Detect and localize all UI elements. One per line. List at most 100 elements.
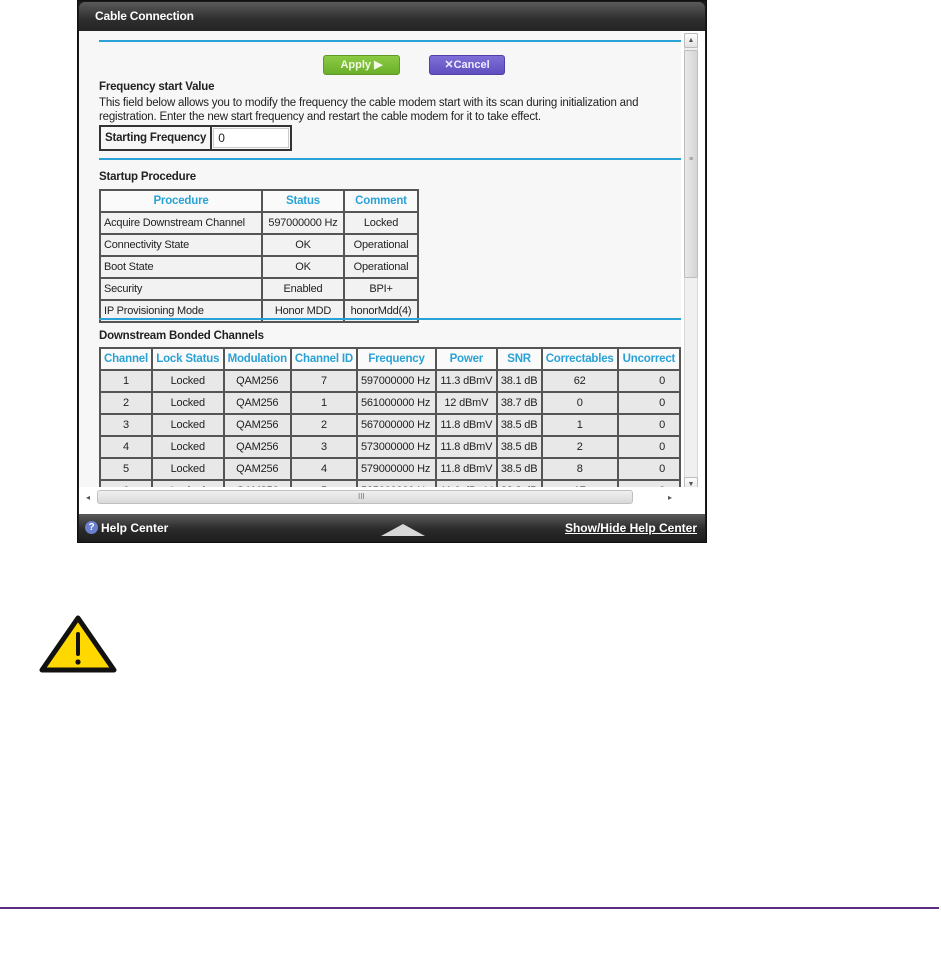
cell: 3 bbox=[289, 435, 358, 459]
starting-frequency-label: Starting Frequency bbox=[101, 127, 213, 149]
column-header: Frequency bbox=[355, 347, 437, 371]
grip-icon: ≡ bbox=[688, 156, 694, 163]
cell: 573000000 Hz bbox=[355, 435, 437, 459]
cell: 38.1 dB bbox=[495, 369, 543, 393]
cell: 17 bbox=[540, 479, 619, 487]
apply-button[interactable]: Apply ▶ bbox=[323, 55, 400, 75]
table-header-row: Procedure Status Comment bbox=[99, 189, 419, 213]
downstream-rows: 1 Locked QAM256 7 597000000 Hz 11.3 dBmV 38.1 … bbox=[99, 369, 681, 487]
startup-procedure-heading: Startup Procedure bbox=[99, 171, 196, 183]
cell: Locked bbox=[150, 369, 225, 393]
cell: 12 dBmV bbox=[434, 391, 498, 415]
cell: 3 bbox=[99, 413, 153, 437]
cell: 561000000 Hz bbox=[355, 391, 437, 415]
frequency-start-description: This field below allows you to modify th… bbox=[99, 97, 639, 123]
cell: 5 bbox=[289, 479, 358, 487]
cell: QAM256 bbox=[222, 413, 292, 437]
column-header: Modulation bbox=[222, 347, 292, 371]
cell: 0 bbox=[616, 413, 681, 437]
cell: 11.3 dBmV bbox=[434, 369, 498, 393]
cell: 2 bbox=[540, 435, 619, 459]
column-header: Power bbox=[434, 347, 498, 371]
cell: Locked bbox=[150, 391, 225, 415]
downstream-channels-table: Channel Lock Status Modulation Channel I… bbox=[99, 347, 681, 487]
cell: Operational bbox=[343, 233, 419, 257]
section-divider bbox=[99, 158, 681, 160]
cell: 38.5 dB bbox=[495, 435, 543, 459]
content-pane: Apply ▶ ✕Cancel Frequency start Value Th… bbox=[79, 31, 681, 487]
table-row: Security Enabled BPI+ bbox=[99, 277, 419, 301]
downstream-heading: Downstream Bonded Channels bbox=[99, 330, 264, 342]
help-icon[interactable]: ? bbox=[85, 521, 98, 534]
section-divider bbox=[99, 318, 681, 320]
cell: Locked bbox=[150, 435, 225, 459]
cell: 11.8 dBmV bbox=[434, 435, 498, 459]
cell: 1 bbox=[289, 391, 358, 415]
cell: 585000000 Hz bbox=[355, 479, 437, 487]
column-header: Channel bbox=[99, 347, 153, 371]
cell: 11.8 dBmV bbox=[434, 457, 498, 481]
cell: 38.5 dB bbox=[495, 457, 543, 481]
cell: Connectivity State bbox=[99, 233, 263, 257]
cell: Locked bbox=[150, 413, 225, 437]
cell: Boot State bbox=[99, 255, 263, 279]
cell: 0 bbox=[616, 369, 681, 393]
cell: 0 bbox=[616, 457, 681, 481]
scroll-thumb[interactable]: ≡ bbox=[684, 50, 698, 278]
x-icon: ✕ bbox=[444, 59, 454, 71]
column-header: Channel ID bbox=[289, 347, 358, 371]
help-footer: ? Help Center Show/Hide Help Center bbox=[79, 514, 705, 542]
table-row: Connectivity State OK Operational bbox=[99, 233, 419, 257]
table-row: Acquire Downstream Channel 597000000 Hz Lo… bbox=[99, 211, 419, 235]
cell: QAM256 bbox=[222, 369, 292, 393]
column-header: Procedure bbox=[99, 189, 263, 213]
frequency-start-heading: Frequency start Value bbox=[99, 81, 215, 93]
cell: 567000000 Hz bbox=[355, 413, 437, 437]
cell: Locked bbox=[150, 479, 225, 487]
cell: 0 bbox=[616, 391, 681, 415]
cell: 0 bbox=[540, 391, 619, 415]
column-header: SNR bbox=[495, 347, 543, 371]
cell: Operational bbox=[343, 255, 419, 279]
cell: OK bbox=[261, 233, 345, 257]
table-header-row: Channel Lock Status Modulation Channel I… bbox=[99, 347, 681, 371]
page-divider bbox=[0, 907, 939, 909]
table-row: Boot State OK Operational bbox=[99, 255, 419, 279]
cell: 4 bbox=[99, 435, 153, 459]
cell: 38.5 dB bbox=[495, 413, 543, 437]
cell: 4 bbox=[289, 457, 358, 481]
scroll-up-arrow-icon[interactable]: ▲ bbox=[684, 33, 698, 48]
show-hide-help-link[interactable]: Show/Hide Help Center bbox=[565, 521, 697, 535]
vertical-scrollbar[interactable]: ▲ ≡ ▼ bbox=[681, 31, 705, 492]
cell: Enabled bbox=[261, 277, 345, 301]
cell: 0 bbox=[616, 479, 681, 487]
cell: 62 bbox=[540, 369, 619, 393]
scroll-left-arrow-icon[interactable]: ◂ bbox=[82, 492, 94, 504]
cancel-label: Cancel bbox=[453, 59, 490, 71]
cell: 1 bbox=[540, 413, 619, 437]
help-center-label[interactable]: Help Center bbox=[101, 521, 168, 535]
column-header: Status bbox=[261, 189, 345, 213]
cell: 2 bbox=[99, 391, 153, 415]
cell: 38.3 dB bbox=[495, 479, 543, 487]
cell: OK bbox=[261, 255, 345, 279]
cell: QAM256 bbox=[222, 391, 292, 415]
cell: 1 bbox=[99, 369, 153, 393]
scroll-right-arrow-icon[interactable]: ▸ bbox=[664, 492, 676, 504]
cancel-button[interactable]: ✕Cancel bbox=[429, 55, 505, 75]
cell: 2 bbox=[289, 413, 358, 437]
column-header: Uncorrect bbox=[616, 347, 681, 371]
starting-frequency-input[interactable] bbox=[213, 128, 290, 148]
cell: 5 bbox=[99, 457, 153, 481]
cell: 579000000 Hz bbox=[355, 457, 437, 481]
cell: Locked bbox=[343, 211, 419, 235]
screenshot-frame: Cable Connection Apply ▶ ✕Cancel Frequen… bbox=[77, 0, 707, 543]
scroll-thumb[interactable]: III bbox=[97, 490, 633, 504]
cell: 0 bbox=[616, 435, 681, 459]
cell: 11.6 dBmV bbox=[434, 479, 498, 487]
horizontal-scrollbar[interactable]: ◂ III ▸ bbox=[79, 487, 705, 514]
window-titlebar: Cable Connection bbox=[79, 2, 705, 31]
starting-frequency-row: Starting Frequency bbox=[99, 125, 293, 151]
table-row: 4 Locked QAM256 3 573000000 Hz 11.8 dBmV 38.5 … bbox=[99, 435, 681, 459]
expand-arrow-icon[interactable] bbox=[381, 524, 425, 536]
